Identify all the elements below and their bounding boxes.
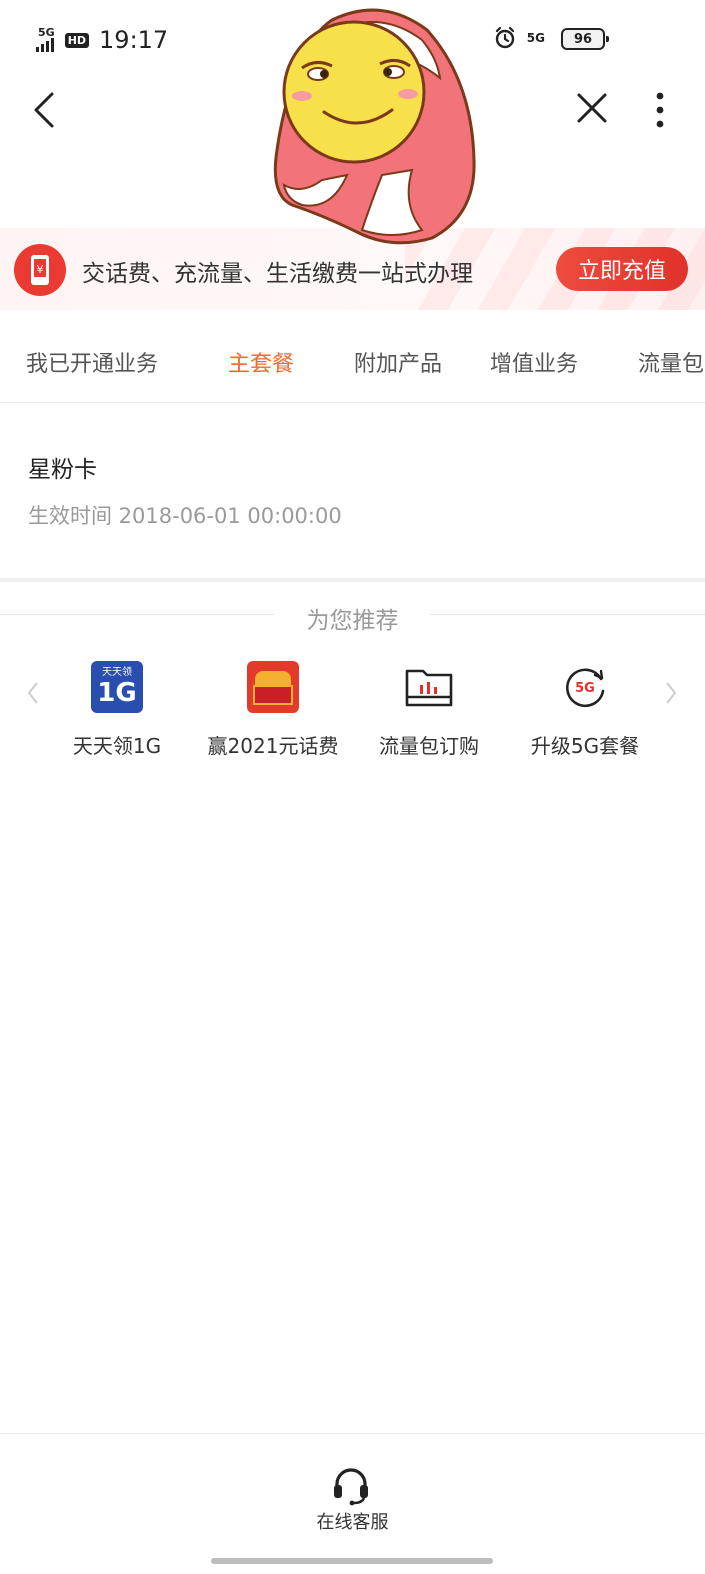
data-package-icon [402, 660, 456, 714]
close-icon[interactable] [574, 90, 610, 126]
tab-value-added[interactable]: 增值业务 [490, 346, 578, 378]
badge-1g-big: 1G [97, 678, 137, 708]
recommend-label: 流量包订购 [379, 734, 479, 758]
status-bar-left: 5G HD 19:17 [36, 22, 169, 58]
treasure-chest-icon [246, 660, 300, 714]
tab-data-package[interactable]: 流量包 [638, 346, 705, 378]
status-bar-right: 5G [493, 26, 545, 50]
emoji-sticker-icon [273, 8, 476, 245]
phone-bill-icon: ¥ [14, 244, 66, 296]
plan-name: 星粉卡 [28, 457, 97, 483]
recommend-title: 为您推荐 [306, 608, 399, 634]
tab-my-services[interactable]: 我已开通业务 [26, 346, 158, 378]
headset-icon[interactable] [330, 1464, 372, 1506]
signal-bars-icon [36, 38, 54, 52]
section-divider [0, 578, 705, 582]
recommend-item-daily-1g[interactable]: 天天领 1G 天天领1G [37, 660, 197, 759]
svg-text:¥: ¥ [37, 263, 44, 276]
alarm-icon [495, 26, 514, 49]
daily-1g-icon: 天天领 1G [90, 660, 144, 714]
tab-add-on-products[interactable]: 附加产品 [354, 346, 442, 378]
recommend-label: 升级5G套餐 [530, 734, 640, 758]
recommend-item-upgrade-5g[interactable]: 5G 升级5G套餐 [505, 660, 665, 759]
plan-effective-time: 生效时间 2018-06-01 00:00:00 [28, 504, 342, 528]
banner-text: 交话费、充流量、生活缴费一站式办理 [82, 261, 473, 287]
home-indicator[interactable] [211, 1558, 493, 1564]
recommend-label: 赢2021元话费 [207, 734, 339, 758]
customer-service-label[interactable]: 在线客服 [0, 1508, 705, 1534]
signal-indicator: 5G [36, 26, 55, 52]
battery-level: 96 [573, 31, 593, 47]
more-icon[interactable] [650, 90, 670, 130]
battery-icon: 96 [561, 28, 609, 50]
badge-5g-text: 5G [575, 681, 595, 696]
recharge-button[interactable]: 立即充值 [556, 247, 688, 291]
status-time: 19:17 [99, 26, 169, 54]
network-type-right: 5G [526, 31, 545, 45]
tab-main-plan[interactable]: 主套餐 [228, 346, 294, 378]
hd-badge: HD [64, 32, 90, 48]
recommend-item-win-credit[interactable]: 赢2021元话费 [193, 660, 353, 759]
recommend-label: 天天领1G [72, 734, 162, 758]
network-type: 5G [38, 26, 55, 39]
recommend-item-data-package[interactable]: 流量包订购 [349, 660, 509, 759]
upgrade-5g-icon: 5G [558, 660, 612, 714]
